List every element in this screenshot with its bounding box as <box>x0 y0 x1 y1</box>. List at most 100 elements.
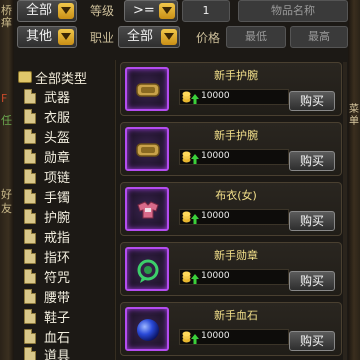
cloth-armor-icon <box>137 201 159 219</box>
item-slot[interactable] <box>125 127 169 171</box>
buy-button[interactable]: 购买 <box>289 271 335 291</box>
tree-item-label: 衣服 <box>44 110 71 126</box>
coin-icon <box>182 271 191 283</box>
background-text-fragment: F <box>1 92 8 105</box>
document-icon <box>24 288 36 304</box>
buy-button[interactable]: 购买 <box>289 151 335 171</box>
tree-root-all-types[interactable]: 全部类型 <box>18 68 87 87</box>
listing-card: 布衣(女) 10000 购买 <box>120 182 342 236</box>
coin-icon <box>182 331 191 343</box>
tree-item-bracer[interactable]: 护腕 <box>24 206 70 226</box>
job-dropdown-value: 全部 <box>127 29 154 44</box>
item-name: 新手勋章 <box>214 249 258 262</box>
tree-item-label: 武器 <box>44 90 71 106</box>
price-value: 10000 <box>201 331 230 341</box>
price-value: 10000 <box>201 271 230 281</box>
tree-item-medal[interactable]: 勋章 <box>24 146 70 166</box>
item-slot[interactable] <box>125 187 169 231</box>
tree-item-shoes[interactable]: 鞋子 <box>24 306 70 326</box>
price-field: 10000 <box>179 329 289 345</box>
listing-scrollbar[interactable] <box>343 62 347 360</box>
price-label: 价格 <box>196 31 221 45</box>
document-icon <box>24 268 36 284</box>
tree-item-label: 勋章 <box>44 150 71 166</box>
tree-item-label: 血石 <box>44 330 71 346</box>
document-icon <box>24 128 36 144</box>
tree-item-necklace[interactable]: 项链 <box>24 166 70 186</box>
tree-item-label: 指环 <box>44 250 71 266</box>
category-tree: 全部类型 武器 衣服 头盔 勋章 项链 手镯 护腕 戒指 指环 符咒 腰带 鞋子… <box>14 64 112 360</box>
tree-item-label: 头盔 <box>44 130 71 146</box>
category-dropdown[interactable]: 全部 <box>17 0 77 22</box>
background-text-fragment: 友 <box>1 202 12 215</box>
document-icon <box>24 228 36 244</box>
tree-item-label: 手镯 <box>44 190 71 206</box>
document-icon <box>24 208 36 224</box>
job-dropdown[interactable]: 全部 <box>118 26 180 48</box>
item-slot[interactable] <box>125 307 169 351</box>
chevron-down-icon <box>58 29 74 45</box>
background-text-fragment: 痒 <box>1 16 12 29</box>
level-label: 等级 <box>90 4 115 18</box>
item-slot[interactable] <box>125 247 169 291</box>
auction-panel: 全部 等级 >= 1 物品名称 其他 职业 全部 价格 最低 最高 全部类型 武… <box>14 0 348 360</box>
price-max-input[interactable]: 最高 <box>290 26 348 48</box>
buy-button[interactable]: 购买 <box>289 331 335 351</box>
up-arrow-icon <box>191 154 199 164</box>
tree-item-belt[interactable]: 腰带 <box>24 286 70 306</box>
coin-icon <box>182 211 191 223</box>
chevron-down-icon <box>58 3 74 19</box>
tree-item-bracelet[interactable]: 手镯 <box>24 186 70 206</box>
up-arrow-icon <box>191 94 199 104</box>
price-field: 10000 <box>179 89 289 105</box>
up-arrow-icon <box>191 334 199 344</box>
background-text-fragment: 单 <box>349 116 359 127</box>
tree-item-ring[interactable]: 戒指 <box>24 226 70 246</box>
bracer-icon <box>136 83 160 97</box>
type-dropdown[interactable]: 其他 <box>17 26 77 48</box>
document-icon <box>24 308 36 324</box>
tree-item-label: 腰带 <box>44 290 71 306</box>
background-scene-right: 菜 单 <box>348 0 360 360</box>
document-icon <box>24 346 36 360</box>
document-icon <box>24 108 36 124</box>
listing-card: 新手血石 10000 购买 <box>120 302 342 356</box>
tree-item-label: 护腕 <box>44 210 71 226</box>
job-label: 职业 <box>90 31 115 45</box>
background-text-fragment: 任 <box>1 114 12 127</box>
tree-item-label: 戒指 <box>44 230 71 246</box>
item-name: 新手护腕 <box>214 69 258 82</box>
chevron-down-icon <box>161 29 177 45</box>
coin-icon <box>182 151 191 163</box>
price-field: 10000 <box>179 269 289 285</box>
tree-item-talisman[interactable]: 符咒 <box>24 266 70 286</box>
tree-item-helmet[interactable]: 头盔 <box>24 126 70 146</box>
document-icon <box>24 328 36 344</box>
price-field: 10000 <box>179 209 289 225</box>
medal-icon <box>137 259 159 283</box>
tree-item-label: 符咒 <box>44 270 71 286</box>
listing-card: 新手护腕 10000 购买 <box>120 62 342 116</box>
coin-icon <box>182 91 191 103</box>
buy-button[interactable]: 购买 <box>289 91 335 111</box>
price-min-input[interactable]: 最低 <box>226 26 286 48</box>
tree-item-finger-ring[interactable]: 指环 <box>24 246 70 266</box>
level-value-input[interactable]: 1 <box>182 0 230 22</box>
up-arrow-icon <box>191 274 199 284</box>
level-operator-value: >= <box>133 3 155 18</box>
up-arrow-icon <box>191 214 199 224</box>
background-scene-left: 桥 痒 F 任 好 友 <box>0 0 14 360</box>
document-icon <box>24 188 36 204</box>
category-dropdown-value: 全部 <box>26 3 53 18</box>
level-operator-dropdown[interactable]: >= <box>124 0 178 22</box>
tree-item-props[interactable]: 道具 <box>24 344 70 360</box>
tree-item-clothes[interactable]: 衣服 <box>24 106 70 126</box>
tree-item-label: 道具 <box>44 348 71 360</box>
tree-item-weapon[interactable]: 武器 <box>24 86 70 106</box>
buy-button[interactable]: 购买 <box>289 211 335 231</box>
item-name-input[interactable]: 物品名称 <box>238 0 348 22</box>
bloodstone-icon <box>137 319 159 341</box>
listing-list: 新手护腕 10000 购买 新手护腕 10000 购买 布衣(女) 10000 … <box>120 62 342 360</box>
item-slot[interactable] <box>125 67 169 111</box>
tree-item-bloodstone[interactable]: 血石 <box>24 326 70 346</box>
